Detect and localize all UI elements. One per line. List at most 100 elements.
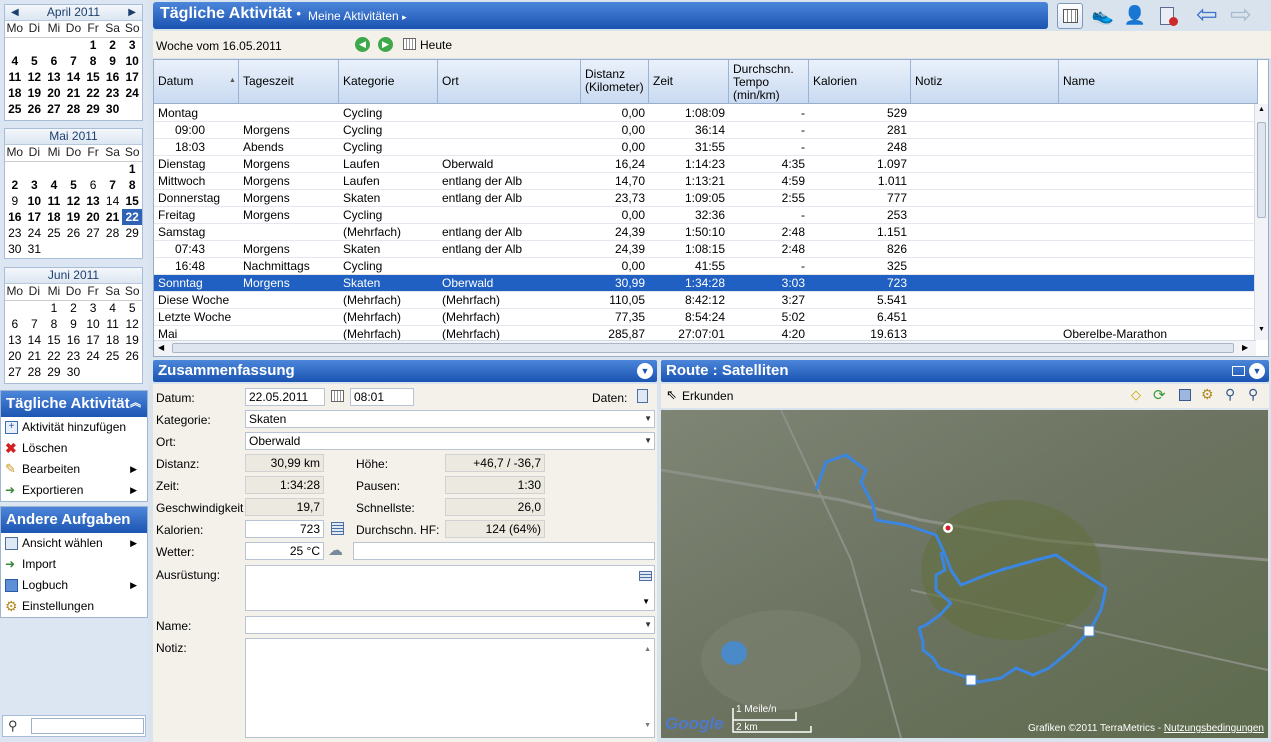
calendar-day[interactable]: 25 [5,101,25,117]
scroll-up-icon[interactable]: ▲ [1258,106,1265,113]
calendar-day[interactable]: 22 [83,85,103,101]
table-row[interactable]: 09:00 Morgens Cycling 0,00 36:14 - 281 [154,122,1254,139]
calendar-day[interactable]: 3 [25,177,45,193]
calendar-day[interactable]: 1 [83,37,103,53]
calendar-day[interactable]: 10 [83,316,103,332]
scroll-thumb[interactable] [1257,122,1266,218]
calendar-day[interactable]: 17 [83,332,103,348]
calendar-day[interactable]: 29 [122,225,142,241]
calendar-day[interactable]: 31 [25,241,45,257]
calendar-day[interactable]: 8 [122,177,142,193]
time-field[interactable]: 08:01 [350,388,414,406]
calendar-day[interactable]: 18 [44,209,64,225]
calendar-day[interactable]: 26 [122,348,142,364]
calendar-day[interactable]: 15 [44,332,64,348]
calendar-day[interactable]: 17 [122,69,142,85]
column-header[interactable]: Distanz (Kilometer) [581,60,649,104]
prev-week-icon[interactable]: ◀ [355,37,370,52]
import-button[interactable]: ➜ Import [1,554,147,575]
calendar-day[interactable]: 3 [83,300,103,316]
tasks-title[interactable]: Tägliche Aktivität ︽ [1,391,147,417]
calendar-day[interactable]: 28 [25,364,45,380]
calendar-day[interactable]: 25 [44,225,64,241]
calendar-day[interactable]: 6 [5,316,25,332]
calendar-day[interactable]: 25 [103,348,123,364]
chevron-down-icon[interactable]: ▼ [1249,363,1265,379]
calendar-day[interactable]: 6 [44,53,64,69]
calendar-day[interactable]: 29 [83,101,103,117]
calendar-day[interactable]: 20 [44,85,64,101]
data-icon[interactable] [637,389,648,403]
calendar-grid[interactable]: Mo Di Mi Do Fr Sa So 1 2 3 4 5 6 7 8 9 10 11 12 13 14 15 16 17 1… [5,145,142,257]
table-row[interactable]: Mittwoch Morgens Laufen entlang der Alb 14,7… [154,173,1254,190]
pause-marker[interactable] [1083,625,1095,637]
calendar-day[interactable]: 11 [44,193,64,209]
calendar-day[interactable]: 1 [44,300,64,316]
calendar-day[interactable]: 20 [83,209,103,225]
calendar-day[interactable]: 14 [103,193,123,209]
calendar-day[interactable]: 13 [83,193,103,209]
calendar-day[interactable]: 27 [5,364,25,380]
refresh-icon[interactable]: ⟳ [1153,386,1166,404]
calendar-day[interactable]: 3 [122,37,142,53]
location-select[interactable]: Oberwald ▼ [245,432,655,450]
column-header[interactable]: Kategorie [339,60,438,104]
calendar-day[interactable]: 24 [122,85,142,101]
calendar-view-button[interactable] [1057,3,1083,29]
terms-link[interactable]: Nutzungsbedingungen [1164,723,1264,734]
calendar-day[interactable]: 28 [64,101,84,117]
calendar-day[interactable]: 21 [103,209,123,225]
edit-button[interactable]: ✎ Bearbeiten ▶ [1,459,147,480]
calendar-day[interactable]: 11 [5,69,25,85]
column-header[interactable]: Datum [154,60,239,104]
view-select-button[interactable]: Ansicht wählen ▶ [1,533,147,554]
calendar-day[interactable]: 16 [64,332,84,348]
table-row[interactable]: 07:43 Morgens Skaten entlang der Alb 24,39 1:… [154,241,1254,258]
maximize-icon[interactable] [1232,366,1245,376]
map-canvas[interactable] [661,410,1268,738]
calendar-day[interactable]: 14 [25,332,45,348]
table-row[interactable]: Sonntag Morgens Skaten Oberwald 30,99 1:34:28… [154,275,1254,292]
calendar-day[interactable]: 5 [122,300,142,316]
logbook-close-button[interactable] [1155,3,1181,29]
back-button[interactable]: ⇦ [1196,1,1222,29]
calendar-day[interactable]: 19 [25,85,45,101]
calendar-day[interactable]: 20 [5,348,25,364]
calendar-day[interactable]: 18 [5,85,25,101]
calendar-day[interactable]: 21 [25,348,45,364]
calendar-day[interactable]: 16 [103,69,123,85]
settings-button[interactable]: ⚙ Einstellungen [1,596,147,617]
prev-month-icon[interactable]: ◀ [11,5,19,20]
next-month-icon[interactable]: ▶ [128,5,136,20]
calendar-day[interactable]: 26 [25,101,45,117]
calendar-day[interactable]: 22 [122,209,142,225]
chevron-down-icon[interactable]: ▼ [637,363,653,379]
date-field[interactable]: 22.05.2011 [245,388,325,406]
save-icon[interactable] [1179,389,1191,401]
zoom-in-icon[interactable]: ⚲ [1248,386,1258,403]
calendar-day[interactable]: 10 [122,53,142,69]
column-header[interactable]: Ort [438,60,581,104]
vertical-scrollbar[interactable]: ▲ ▼ [1254,104,1268,340]
table-row[interactable]: Freitag Morgens Cycling 0,00 32:36 - 253 [154,207,1254,224]
zoom-out-icon[interactable]: ⚲ [1225,386,1235,403]
calendar-day[interactable]: 27 [83,225,103,241]
note-field[interactable]: ▲ ▼ [245,638,655,738]
calendar-day[interactable]: 7 [103,177,123,193]
calendar-day[interactable]: 27 [44,101,64,117]
calendar-day[interactable]: 24 [25,225,45,241]
today-button[interactable]: Heute [420,38,452,52]
calendar-day[interactable]: 14 [64,69,84,85]
weather-note-field[interactable] [353,542,655,560]
scroll-left-icon[interactable]: ◀ [158,343,164,352]
table-row[interactable]: Donnerstag Morgens Skaten entlang der Alb 23… [154,190,1254,207]
calendar-day[interactable]: 2 [103,37,123,53]
gear-icon[interactable]: ⚙ [1201,386,1214,403]
calendar-day[interactable]: 30 [64,364,84,380]
name-field[interactable]: ▼ [245,616,655,634]
calendar-day[interactable]: 8 [83,53,103,69]
calendar-day[interactable]: 16 [5,209,25,225]
calendar-day[interactable]: 11 [103,316,123,332]
table-row[interactable]: Samstag (Mehrfach) entlang der Alb 24,39 1:5… [154,224,1254,241]
calendar-day[interactable]: 10 [25,193,45,209]
